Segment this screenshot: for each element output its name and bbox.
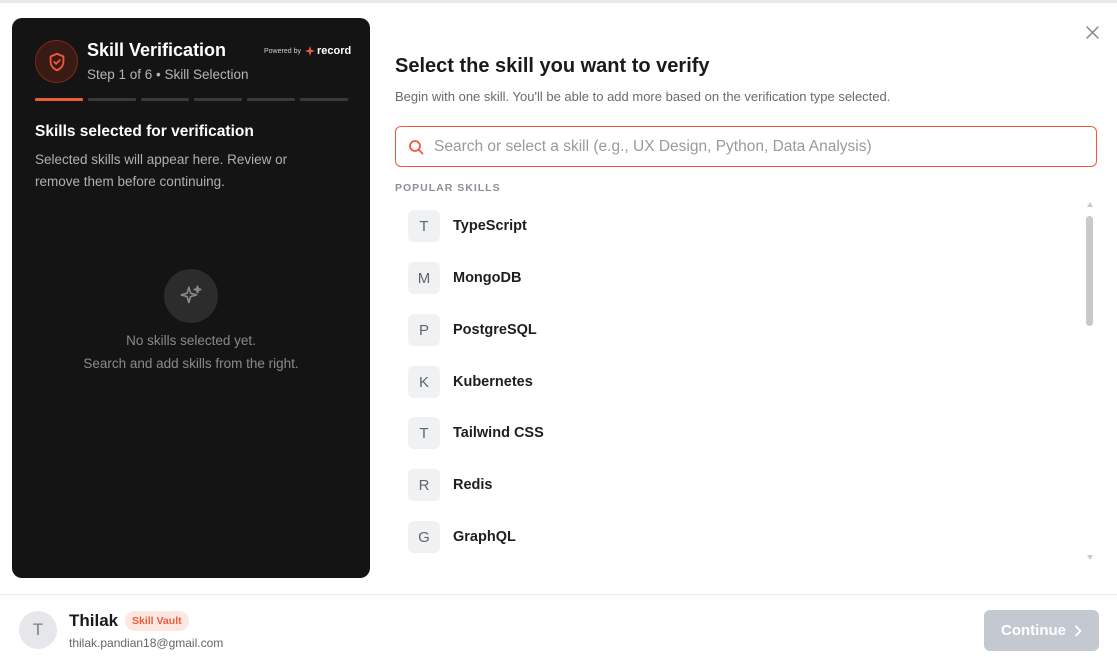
skill-letter-avatar: T (408, 210, 440, 242)
skill-letter-avatar: K (408, 366, 440, 398)
skill-name: GraphQL (453, 529, 516, 545)
popular-skills-label: POPULAR SKILLS (395, 182, 501, 194)
skill-letter-avatar: T (408, 417, 440, 449)
scroll-down-arrow-icon[interactable] (1087, 555, 1093, 560)
step-indicator: Step 1 of 6 • Skill Selection (87, 67, 249, 82)
continue-label: Continue (1001, 622, 1066, 639)
step-segment-4 (194, 98, 242, 101)
skills-list[interactable]: T TypeScript M MongoDB P PostgreSQL K Ku… (395, 200, 1085, 562)
verification-panel: Skill Verification Step 1 of 6 • Skill S… (12, 18, 370, 578)
record-brand: record (316, 45, 352, 57)
step-segment-1 (35, 98, 83, 101)
user-email: thilak.pandian18@gmail.com (69, 636, 224, 650)
record-logo: record (304, 45, 352, 57)
close-icon (1085, 25, 1099, 39)
skill-letter-avatar: G (408, 521, 440, 553)
skill-item[interactable]: T Tailwind CSS (395, 407, 1075, 459)
selected-skills-desc: Selected skills will appear here. Review… (35, 152, 288, 189)
skill-item[interactable]: G GraphQL (395, 511, 1075, 562)
close-button[interactable] (1083, 23, 1101, 41)
skill-letter-avatar: P (408, 314, 440, 346)
user-name: Thilak (69, 611, 119, 630)
search-input[interactable] (434, 127, 1096, 166)
skill-vault-badge: Skill Vault (125, 611, 189, 631)
skill-name: Kubernetes (453, 374, 533, 390)
empty-state-line2: Search and add skills from the right. (83, 356, 299, 371)
avatar: T (19, 611, 57, 649)
search-icon (409, 139, 424, 154)
step-segment-6 (300, 98, 348, 101)
skill-item[interactable]: R Redis (395, 459, 1075, 511)
step-segment-5 (247, 98, 295, 101)
skill-name: MongoDB (453, 270, 522, 286)
page-description: Begin with one skill. You'll be able to … (395, 89, 891, 104)
footer-divider (0, 594, 1117, 595)
skill-item[interactable]: M MongoDB (395, 252, 1075, 304)
selected-skills-title: Skills selected for verification (35, 123, 254, 140)
skill-name: PostgreSQL (453, 322, 537, 338)
shield-check-icon (35, 40, 78, 83)
skill-item[interactable]: T TypeScript (395, 200, 1075, 252)
top-divider (0, 0, 1117, 3)
panel-title: Skill Verification (87, 40, 227, 60)
scroll-thumb[interactable] (1086, 216, 1093, 326)
empty-state-line1: No skills selected yet. (126, 333, 256, 348)
skill-item[interactable]: K Kubernetes (395, 356, 1075, 408)
skill-name: Tailwind CSS (453, 425, 544, 441)
powered-by-label: Powered by (264, 47, 301, 55)
continue-button[interactable]: Continue (984, 610, 1099, 651)
skill-name: TypeScript (453, 218, 527, 234)
step-segment-2 (88, 98, 136, 101)
skill-search[interactable] (395, 126, 1097, 167)
skill-item[interactable]: P PostgreSQL (395, 304, 1075, 356)
page-title: Select the skill you want to verify (395, 55, 710, 77)
record-logo-icon (304, 46, 315, 56)
sparkles-icon (164, 269, 218, 323)
step-segment-3 (141, 98, 189, 101)
powered-by: Powered by record (264, 45, 351, 57)
skill-name: Redis (453, 477, 493, 493)
skill-letter-avatar: R (408, 469, 440, 501)
skills-scrollbar[interactable] (1085, 202, 1095, 560)
scroll-up-arrow-icon[interactable] (1087, 202, 1093, 207)
skill-letter-avatar: M (408, 262, 440, 294)
chevron-right-icon (1075, 625, 1082, 636)
step-progress (35, 98, 348, 101)
